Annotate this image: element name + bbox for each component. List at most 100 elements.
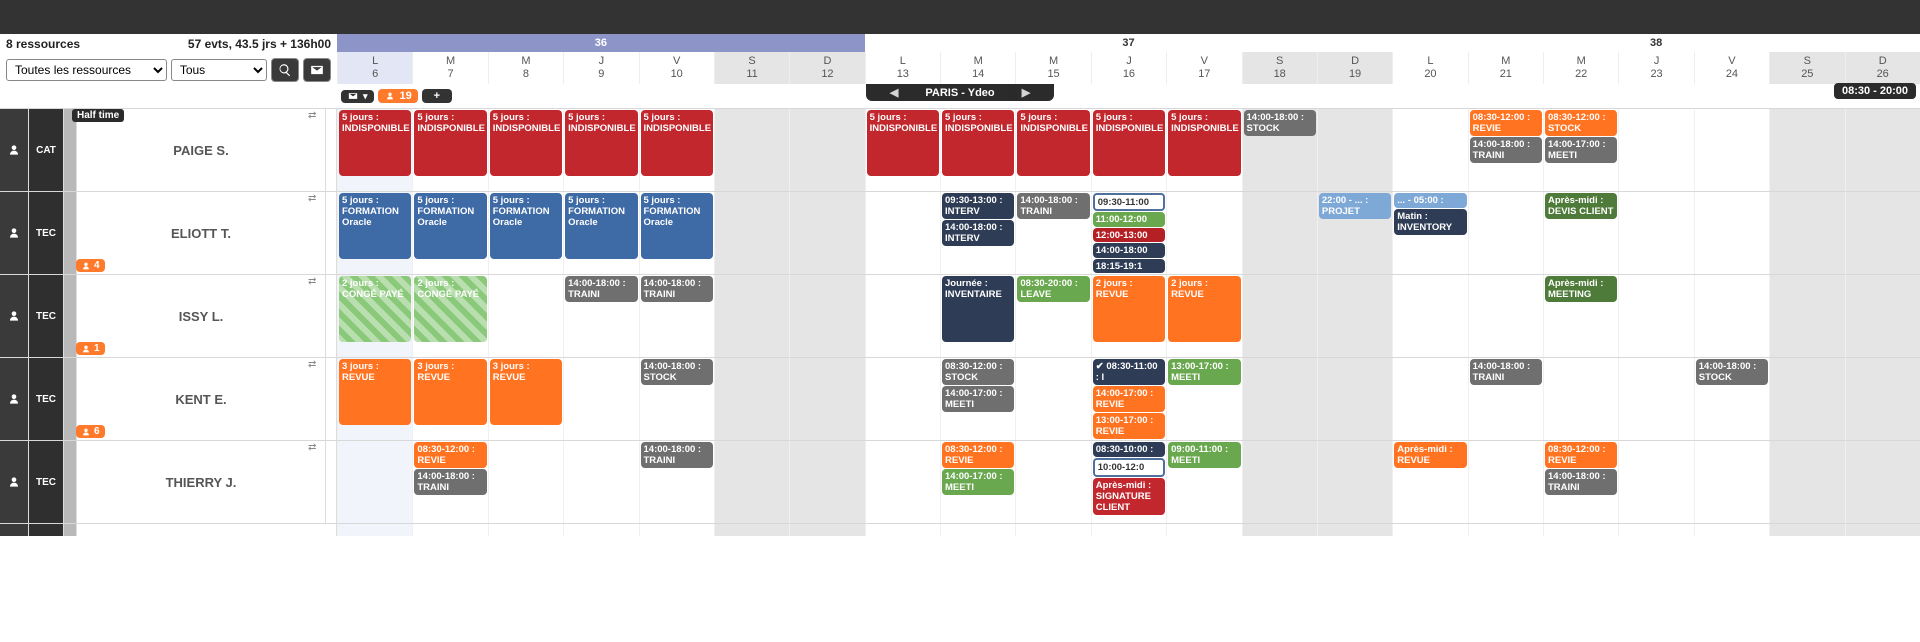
day-cell[interactable]: 3 jours : REVUE <box>337 358 412 440</box>
day-cell[interactable] <box>1769 524 1844 536</box>
event[interactable]: 18:15-19:1 <box>1093 259 1165 273</box>
day-header[interactable]: S18 <box>1242 52 1317 84</box>
day-header[interactable]: J9 <box>563 52 638 84</box>
day-cell[interactable] <box>1618 275 1693 357</box>
event[interactable]: 08:30-12:00 : REVIE <box>1470 110 1542 136</box>
day-cell[interactable] <box>1317 441 1392 523</box>
day-cell[interactable] <box>1618 192 1693 274</box>
event[interactable]: 14:00-18:00 : STOCK <box>1244 110 1316 136</box>
day-cell[interactable] <box>1769 109 1844 191</box>
event[interactable]: 2 jours : CONGÉ PAYÉ <box>414 276 486 342</box>
event[interactable]: 14:00-18:00 : INTERV <box>942 220 1014 246</box>
day-cell[interactable] <box>1317 109 1392 191</box>
day-cell[interactable] <box>789 275 864 357</box>
event[interactable]: Après-midi : MEETING <box>1545 276 1617 302</box>
event[interactable]: 5 jours : INDISPONIBLE <box>1168 110 1240 176</box>
day-cell[interactable]: 09:00-11:00 : MEETI <box>1166 441 1241 523</box>
day-cell[interactable]: 14:00-18:00 : STOCK <box>1242 109 1317 191</box>
resource-tag[interactable]: TEC <box>29 275 64 357</box>
day-cell[interactable] <box>865 524 940 536</box>
day-cell[interactable]: 5 jours : INDISPONIBLE <box>563 109 638 191</box>
event[interactable]: 14:00-17:00 : MEETI <box>942 386 1014 412</box>
day-cell[interactable] <box>1242 192 1317 274</box>
mail-button[interactable] <box>303 58 331 82</box>
shuffle-icon[interactable] <box>308 110 316 121</box>
day-cell[interactable] <box>563 524 638 536</box>
day-cell[interactable]: 2 jours : REVUE <box>1091 275 1166 357</box>
resource-tag[interactable]: TEC <box>29 192 64 274</box>
day-cell[interactable]: 5 jours : INDISPONIBLE <box>488 109 563 191</box>
day-cell[interactable] <box>1468 441 1543 523</box>
event[interactable]: 09:00-11:00 : MEETI <box>1168 442 1240 468</box>
event[interactable]: 14:00-18:00 : TRAINI <box>1470 137 1542 163</box>
event[interactable]: 5 jours : FORMATION Oracle <box>414 193 486 259</box>
event[interactable]: 13:00-17:00 : REVIE <box>1093 413 1165 439</box>
day-cell[interactable] <box>337 524 412 536</box>
day-header[interactable]: L6 <box>337 52 412 84</box>
day-cell[interactable] <box>1694 275 1769 357</box>
event[interactable]: 13:00-17:00 : MEETI <box>1168 359 1240 385</box>
day-cell[interactable]: 08:30-12:00 : STOCK14:00-17:00 : MEETI <box>1543 109 1618 191</box>
day-cell[interactable] <box>1015 358 1090 440</box>
event[interactable]: 11:00-12:00 <box>1093 212 1165 226</box>
day-cell[interactable]: 14:00-18:00 : TRAINI <box>639 275 714 357</box>
day-cell[interactable] <box>1845 275 1920 357</box>
event[interactable]: 14:00-18:00 : TRAINI <box>641 442 713 468</box>
day-cell[interactable] <box>1769 192 1844 274</box>
day-cell[interactable]: 5 jours : INDISPONIBLE <box>1091 109 1166 191</box>
day-cell[interactable] <box>865 358 940 440</box>
event[interactable]: 5 jours : INDISPONIBLE <box>1017 110 1089 176</box>
day-cell[interactable]: 14:00-18:00 : STOCK <box>639 358 714 440</box>
day-header[interactable]: V17 <box>1166 52 1241 84</box>
day-header[interactable]: M22 <box>1543 52 1618 84</box>
shuffle-icon[interactable] <box>308 193 316 204</box>
day-cell[interactable] <box>1618 109 1693 191</box>
day-cell[interactable] <box>714 441 789 523</box>
day-cell[interactable] <box>1166 524 1241 536</box>
resource-name[interactable]: ISSY L. <box>77 275 326 357</box>
day-cell[interactable] <box>1242 441 1317 523</box>
day-cell[interactable]: 14:00-18:00 : TRAINI <box>1015 192 1090 274</box>
event[interactable]: 08:30-20:00 : LEAVE <box>1017 276 1089 302</box>
week-header[interactable]: 36 <box>337 34 865 52</box>
person-icon[interactable] <box>0 358 29 440</box>
day-cell[interactable]: 3 jours : REVUE <box>412 358 487 440</box>
event[interactable]: 08:30-10:00 : <box>1093 442 1165 457</box>
day-cell[interactable] <box>1694 109 1769 191</box>
day-cell[interactable] <box>1769 441 1844 523</box>
day-cell[interactable] <box>714 358 789 440</box>
day-cell[interactable]: 22:00 - ... : PROJET <box>1317 192 1392 274</box>
resource-name[interactable]: ELIOTT T. <box>77 192 326 274</box>
day-cell[interactable] <box>789 109 864 191</box>
day-cell[interactable]: 09:30-13:00 : INTERV14:00-18:00 : INTERV <box>940 192 1015 274</box>
event[interactable]: 14:00-18:00 : TRAINI <box>1470 359 1542 385</box>
event[interactable]: 5 jours : INDISPONIBLE <box>641 110 713 176</box>
day-cell[interactable]: 08:30-12:00 : REVIE14:00-18:00 : TRAINI <box>1543 441 1618 523</box>
resource-tag[interactable]: TEC <box>29 358 64 440</box>
day-cell[interactable] <box>789 524 864 536</box>
day-header[interactable]: M8 <box>488 52 563 84</box>
person-icon[interactable] <box>0 441 29 523</box>
day-cell[interactable] <box>1317 275 1392 357</box>
day-cell[interactable] <box>1392 109 1467 191</box>
day-cell[interactable] <box>1091 524 1166 536</box>
event[interactable]: 5 jours : FORMATION Oracle <box>339 193 411 259</box>
day-cell[interactable]: Journée : INVENTAIRE <box>940 275 1015 357</box>
day-cell[interactable]: 5 jours : FORMATION Oracle <box>488 192 563 274</box>
event[interactable]: 2 jours : REVUE <box>1168 276 1240 342</box>
conflict-badge[interactable]: 4 <box>76 259 105 272</box>
day-cell[interactable] <box>1618 524 1693 536</box>
event[interactable]: 08:30-12:00 : REVIE <box>414 442 486 468</box>
day-header[interactable]: D26 <box>1845 52 1920 84</box>
day-cell[interactable] <box>789 192 864 274</box>
shuffle-icon[interactable] <box>308 276 316 287</box>
day-header[interactable]: D12 <box>789 52 864 84</box>
resource-filter[interactable]: Toutes les ressources <box>6 59 167 81</box>
event[interactable]: ... - 05:00 : <box>1394 193 1466 208</box>
day-cell[interactable] <box>714 524 789 536</box>
event[interactable]: Matin : INVENTORY <box>1394 209 1466 235</box>
day-cell[interactable] <box>1242 275 1317 357</box>
day-cell[interactable]: 08:30-12:00 : REVIE14:00-17:00 : MEETI <box>940 441 1015 523</box>
day-cell[interactable]: 08:30-12:00 : STOCK14:00-17:00 : MEETI <box>940 358 1015 440</box>
day-cell[interactable] <box>1166 192 1241 274</box>
